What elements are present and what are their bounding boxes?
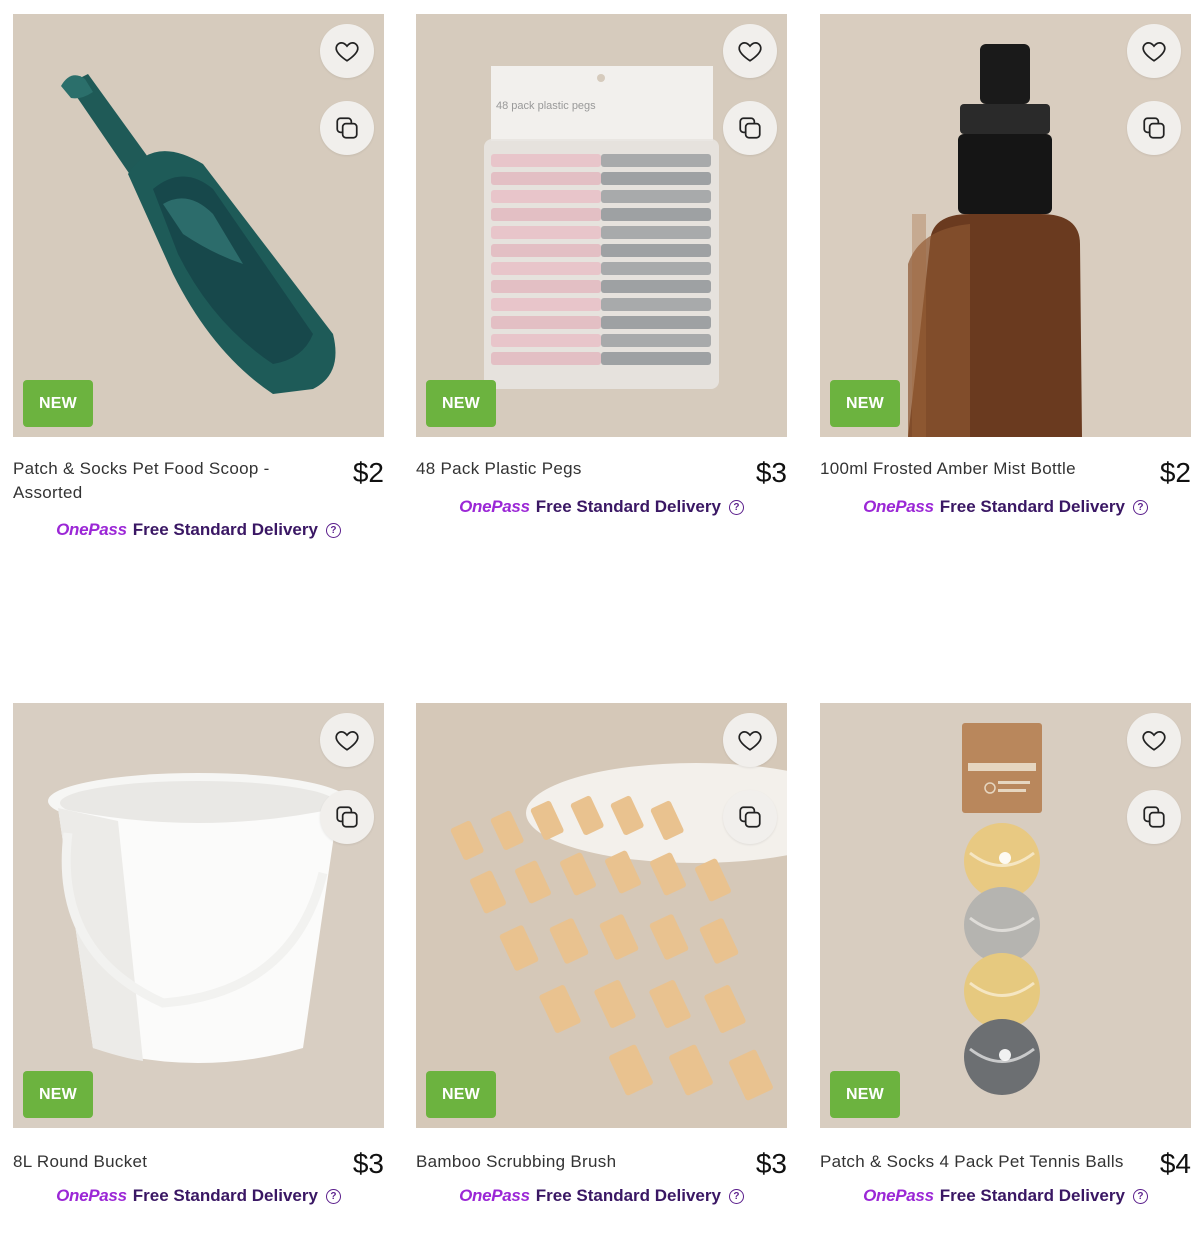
compare-squares-icon — [1143, 117, 1165, 139]
product-image[interactable]: NEW — [13, 703, 384, 1128]
round-bucket-image — [13, 703, 384, 1128]
compare-button[interactable] — [320, 101, 374, 155]
compare-squares-icon — [336, 806, 358, 828]
compare-squares-icon — [336, 117, 358, 139]
compare-squares-icon — [1143, 806, 1165, 828]
compare-button[interactable] — [723, 790, 777, 844]
product-card[interactable]: 48 pack plastic pegs NEW 48 Pack Plastic… — [416, 14, 787, 517]
delivery-info: OnePass Free Standard Delivery ? — [13, 520, 384, 540]
heart-icon — [738, 42, 762, 62]
product-title[interactable]: Patch & Socks Pet Food Scoop - Assorted — [13, 457, 303, 505]
product-image[interactable]: NEW — [820, 703, 1191, 1128]
product-image[interactable]: NEW — [416, 703, 787, 1128]
compare-button[interactable] — [1127, 101, 1181, 155]
compare-squares-icon — [739, 117, 761, 139]
product-price: $2 — [352, 457, 384, 488]
plastic-pegs-image: 48 pack plastic pegs — [416, 14, 787, 437]
product-card[interactable]: NEW Bamboo Scrubbing Brush $3 OnePass Fr… — [416, 703, 787, 1206]
onepass-logo: OnePass — [56, 520, 127, 539]
product-image[interactable]: 48 pack plastic pegs NEW — [416, 14, 787, 437]
compare-button[interactable] — [723, 101, 777, 155]
product-price: $4 — [1159, 1148, 1191, 1179]
new-badge: NEW — [426, 1071, 496, 1118]
question-circle-icon[interactable]: ? — [325, 522, 341, 538]
new-badge: NEW — [830, 380, 900, 427]
new-badge: NEW — [23, 1071, 93, 1118]
new-badge: NEW — [426, 380, 496, 427]
product-title[interactable]: 8L Round Bucket — [13, 1150, 303, 1174]
product-card[interactable]: NEW 8L Round Bucket $3 OnePass Free Stan… — [13, 703, 384, 1206]
product-card[interactable]: NEW 100ml Frosted Amber Mist Bottle $2 O… — [820, 14, 1191, 517]
compare-button[interactable] — [1127, 790, 1181, 844]
add-to-wishlist-button[interactable] — [723, 24, 777, 78]
new-badge: NEW — [23, 380, 93, 427]
pet-tennis-balls-image — [820, 703, 1191, 1128]
product-price: $3 — [755, 1148, 787, 1179]
product-title[interactable]: Bamboo Scrubbing Brush — [416, 1150, 706, 1174]
add-to-wishlist-button[interactable] — [320, 713, 374, 767]
product-title[interactable]: 48 Pack Plastic Pegs — [416, 457, 706, 481]
product-card[interactable]: NEW Patch & Socks 4 Pack Pet Tennis Ball… — [820, 703, 1191, 1206]
add-to-wishlist-button[interactable] — [320, 24, 374, 78]
product-image[interactable]: NEW — [820, 14, 1191, 437]
add-to-wishlist-button[interactable] — [723, 713, 777, 767]
delivery-text: Free Standard Delivery — [132, 520, 318, 539]
new-badge: NEW — [830, 1071, 900, 1118]
heart-icon — [1142, 731, 1166, 751]
add-to-wishlist-button[interactable] — [1127, 713, 1181, 767]
product-price: $2 — [1159, 457, 1191, 488]
compare-button[interactable] — [320, 790, 374, 844]
product-image[interactable]: NEW — [13, 14, 384, 437]
heart-icon — [738, 731, 762, 751]
amber-mist-bottle-image — [820, 14, 1191, 437]
product-title[interactable]: 100ml Frosted Amber Mist Bottle — [820, 457, 1110, 481]
product-title[interactable]: Patch & Socks 4 Pack Pet Tennis Balls — [820, 1150, 1140, 1174]
add-to-wishlist-button[interactable] — [1127, 24, 1181, 78]
compare-squares-icon — [739, 806, 761, 828]
bamboo-brush-image — [416, 703, 787, 1128]
pet-food-scoop-image — [13, 14, 384, 437]
heart-icon — [335, 42, 359, 62]
heart-icon — [335, 731, 359, 751]
product-price: $3 — [755, 457, 787, 488]
heart-icon — [1142, 42, 1166, 62]
product-price: $3 — [352, 1148, 384, 1179]
pegs-pack-label: 48 pack plastic pegs — [496, 100, 596, 112]
product-card[interactable]: NEW Patch & Socks Pet Food Scoop - Assor… — [13, 14, 384, 540]
